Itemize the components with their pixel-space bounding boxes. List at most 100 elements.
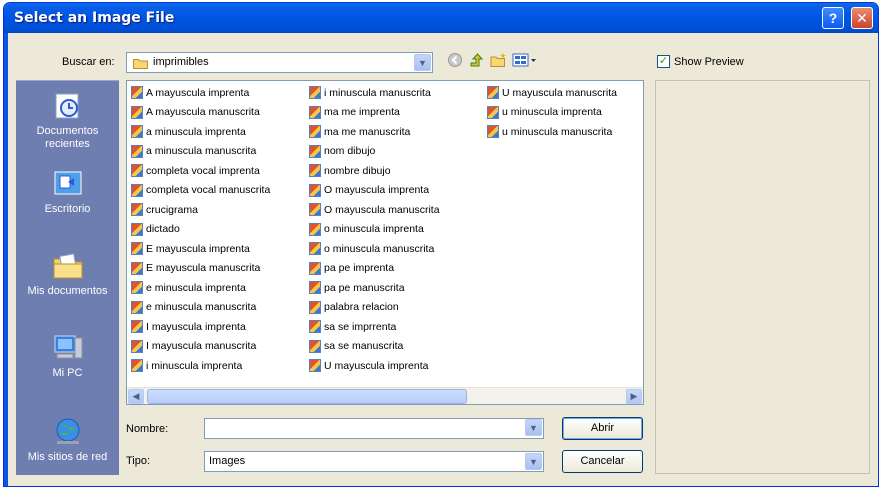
image-file-icon <box>131 125 143 139</box>
image-file-icon <box>309 183 321 197</box>
file-item[interactable]: nombre dibujo <box>309 161 440 181</box>
image-file-icon <box>131 144 143 158</box>
file-item[interactable]: o minuscula imprenta <box>309 220 440 240</box>
file-item[interactable]: pa pe manuscrita <box>309 278 440 298</box>
file-item[interactable]: sa se manuscrita <box>309 337 440 357</box>
up-folder-icon[interactable] <box>467 52 485 70</box>
image-file-icon <box>131 183 143 197</box>
image-file-icon <box>131 339 143 353</box>
image-file-icon <box>309 359 321 373</box>
file-item[interactable]: u minuscula imprenta <box>487 103 617 123</box>
chevron-down-icon[interactable]: ▼ <box>414 54 431 71</box>
my-computer-icon <box>54 335 82 359</box>
preview-pane <box>655 80 870 474</box>
file-item[interactable]: ma me manuscrita <box>309 122 440 142</box>
file-column-3: U mayuscula manuscrita u minuscula impre… <box>487 83 617 142</box>
file-item[interactable]: nom dibujo <box>309 142 440 162</box>
place-my-computer[interactable]: Mi PC <box>16 333 119 380</box>
file-item[interactable]: U mayuscula imprenta <box>309 356 440 376</box>
scroll-right-icon[interactable]: ▶ <box>626 389 642 404</box>
scrollbar-thumb[interactable] <box>147 389 467 404</box>
image-file-icon <box>309 164 321 178</box>
lookin-label: Buscar en: <box>62 56 115 68</box>
window-title: Select an Image File <box>14 10 175 26</box>
title-bar: Select an Image File ? ✕ <box>4 3 878 33</box>
image-file-icon <box>131 359 143 373</box>
open-button[interactable]: Abrir <box>562 417 643 440</box>
image-file-icon <box>487 105 499 119</box>
view-menu-icon[interactable] <box>512 52 538 70</box>
checkmark-icon: ✓ <box>657 55 670 68</box>
file-item[interactable]: E mayuscula manuscrita <box>131 259 270 279</box>
file-item[interactable]: U mayuscula manuscrita <box>487 83 617 103</box>
scroll-left-icon[interactable]: ◀ <box>128 389 144 404</box>
place-network[interactable]: Mis sitios de red <box>16 417 119 464</box>
file-item[interactable]: A mayuscula manuscrita <box>131 103 270 123</box>
place-label: Escritorio <box>44 203 91 215</box>
image-file-icon <box>131 242 143 256</box>
cancel-button[interactable]: Cancelar <box>562 450 643 473</box>
place-label: Documentos recientes <box>36 125 99 150</box>
file-item[interactable]: ma me imprenta <box>309 103 440 123</box>
file-item[interactable]: i minuscula imprenta <box>131 356 270 376</box>
image-file-icon <box>309 203 321 217</box>
file-item[interactable]: crucigrama <box>131 200 270 220</box>
help-button[interactable]: ? <box>822 7 844 29</box>
lookin-dropdown[interactable]: imprimibles ▼ <box>126 52 433 73</box>
chevron-down-icon[interactable]: ▼ <box>525 453 542 470</box>
file-item[interactable]: i minuscula manuscrita <box>309 83 440 103</box>
file-item[interactable]: dictado <box>131 220 270 240</box>
place-label: Mis documentos <box>27 285 108 297</box>
place-label: Mis sitios de red <box>27 451 108 463</box>
folder-icon <box>133 59 148 69</box>
chevron-down-icon[interactable]: ▼ <box>525 419 542 436</box>
lookin-value: imprimibles <box>153 56 209 68</box>
image-file-icon <box>131 203 143 217</box>
close-button[interactable]: ✕ <box>851 7 873 29</box>
file-item[interactable]: E mayuscula imprenta <box>131 239 270 259</box>
image-file-icon <box>487 86 499 100</box>
place-my-documents[interactable]: Mis documentos <box>16 251 119 298</box>
filetype-dropdown[interactable]: Images ▼ <box>204 451 544 472</box>
image-file-icon <box>131 261 143 275</box>
recent-documents-icon <box>55 93 78 119</box>
file-item[interactable]: A mayuscula imprenta <box>131 83 270 103</box>
file-item[interactable]: e minuscula manuscrita <box>131 298 270 318</box>
file-item[interactable]: palabra relacion <box>309 298 440 318</box>
horizontal-scrollbar[interactable]: ◀ ▶ <box>127 387 643 404</box>
file-item[interactable]: completa vocal imprenta <box>131 161 270 181</box>
file-item[interactable]: O mayuscula manuscrita <box>309 200 440 220</box>
place-desktop[interactable]: Escritorio <box>16 169 119 216</box>
file-item[interactable]: e minuscula imprenta <box>131 278 270 298</box>
image-file-icon <box>131 281 143 295</box>
filename-label: Nombre: <box>126 423 169 435</box>
file-item[interactable]: sa se imprrenta <box>309 317 440 337</box>
image-file-icon <box>309 261 321 275</box>
image-file-icon <box>309 281 321 295</box>
file-item[interactable]: o minuscula manuscrita <box>309 239 440 259</box>
file-item[interactable]: completa vocal manuscrita <box>131 181 270 201</box>
image-file-icon <box>309 339 321 353</box>
file-item[interactable]: u minuscula manuscrita <box>487 122 617 142</box>
file-item[interactable]: a minuscula imprenta <box>131 122 270 142</box>
image-file-icon <box>487 125 499 139</box>
filetype-value: Images <box>209 455 246 467</box>
file-item[interactable]: I mayuscula imprenta <box>131 317 270 337</box>
place-recent-documents[interactable]: Documentos recientes <box>16 91 119 151</box>
back-icon[interactable] <box>446 52 464 70</box>
file-item[interactable]: pa pe imprenta <box>309 259 440 279</box>
image-file-icon <box>309 320 321 334</box>
network-places-icon <box>56 418 79 444</box>
new-folder-icon[interactable] <box>490 52 508 70</box>
file-item[interactable]: O mayuscula imprenta <box>309 181 440 201</box>
show-preview-checkbox[interactable]: ✓ Show Preview <box>657 55 744 68</box>
image-file-icon <box>131 300 143 314</box>
file-item[interactable]: a minuscula manuscrita <box>131 142 270 162</box>
image-file-icon <box>131 222 143 236</box>
image-file-icon <box>309 125 321 139</box>
filename-input[interactable]: ▼ <box>204 418 544 439</box>
file-item[interactable]: I mayuscula manuscrita <box>131 337 270 357</box>
image-file-icon <box>131 164 143 178</box>
file-list[interactable]: A mayuscula imprenta A mayuscula manuscr… <box>126 80 644 405</box>
window-frame-left <box>4 33 8 486</box>
